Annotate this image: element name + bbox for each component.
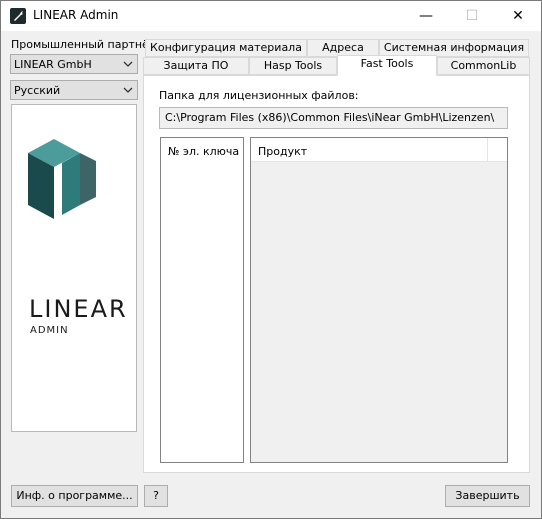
app-window: LINEAR Admin — ☐ ✕ Промышленный партнёр … — [0, 0, 542, 519]
tab-commonlib[interactable]: CommonLib — [437, 57, 530, 75]
close-button[interactable]: ✕ — [495, 1, 541, 31]
key-number-header: № эл. ключа — [168, 145, 240, 158]
about-button[interactable]: Инф. о программе... — [11, 485, 138, 507]
product-header: Продукт — [258, 145, 308, 158]
minimize-button[interactable]: — — [403, 1, 449, 31]
tab-fast-tools[interactable]: Fast Tools — [337, 55, 437, 76]
logo-subtitle: ADMIN — [30, 325, 69, 336]
chevron-down-icon — [123, 87, 133, 93]
product-list-header[interactable]: Продукт — [251, 138, 507, 162]
tab-material-config[interactable]: Конфигурация материала — [145, 39, 307, 57]
chevron-down-icon — [123, 61, 133, 67]
title-bar: LINEAR Admin — ☐ ✕ — [1, 1, 541, 31]
partner-select[interactable]: LINEAR GmbH — [10, 54, 138, 74]
license-folder-path[interactable]: C:\Program Files (x86)\Common Files\iNea… — [159, 107, 508, 129]
partner-value: LINEAR GmbH — [14, 58, 92, 71]
language-value: Русский — [14, 84, 61, 97]
maximize-button[interactable]: ☐ — [449, 1, 495, 31]
fast-tools-panel: Папка для лицензионных файлов: C:\Progra… — [143, 75, 530, 473]
help-button[interactable]: ? — [144, 485, 168, 507]
license-folder-label: Папка для лицензионных файлов: — [159, 89, 359, 102]
partner-label: Промышленный партнёр — [11, 38, 156, 51]
tab-hasp-tools[interactable]: Hasp Tools — [249, 57, 337, 75]
linear-logo-icon — [28, 139, 96, 219]
logo-panel: LINEAR ADMIN — [11, 104, 137, 432]
language-select[interactable]: Русский — [10, 80, 138, 100]
tab-software-protection[interactable]: Защита ПО — [143, 57, 249, 75]
column-separator — [487, 138, 488, 162]
exit-button[interactable]: Завершить — [445, 485, 530, 507]
window-title: LINEAR Admin — [33, 8, 119, 22]
app-wrench-icon — [10, 8, 26, 24]
product-list[interactable]: Продукт — [250, 137, 508, 463]
key-number-list[interactable]: № эл. ключа — [160, 137, 244, 463]
logo-wordmark: LINEAR — [29, 295, 128, 323]
